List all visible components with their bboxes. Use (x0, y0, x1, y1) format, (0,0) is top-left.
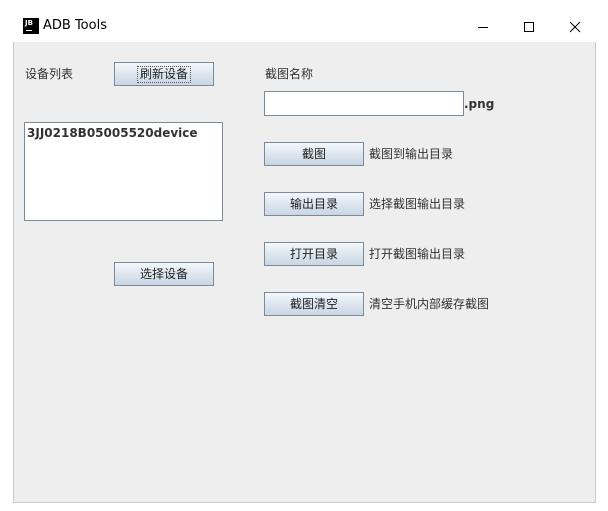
output-directory-button[interactable]: 输出目录 (264, 192, 364, 216)
app-logo-icon: JB (23, 18, 39, 34)
clear-screenshots-description: 清空手机内部缓存截图 (369, 297, 490, 311)
minimize-button[interactable] (460, 12, 506, 42)
screenshot-description: 截图到输出目录 (369, 147, 454, 161)
clear-screenshots-button[interactable]: 截图清空 (264, 292, 364, 316)
device-list-label: 设备列表 (25, 67, 74, 81)
select-device-label: 选择设备 (139, 267, 188, 281)
close-icon (569, 21, 581, 33)
screenshot-name-label: 截图名称 (265, 67, 314, 81)
file-extension-label: .png (464, 97, 495, 111)
clear-screenshots-button-label: 截图清空 (289, 297, 338, 311)
app-window: JB ADB Tools 设备列表 刷新设备 3JJ0218B05005520d… (0, 0, 608, 511)
refresh-devices-button[interactable]: 刷新设备 (114, 62, 214, 86)
select-device-button[interactable]: 选择设备 (114, 262, 214, 286)
app-logo-text: JB (25, 19, 33, 27)
screenshot-button[interactable]: 截图 (264, 142, 364, 166)
screenshot-button-label: 截图 (301, 147, 326, 161)
open-directory-button-label: 打开目录 (289, 247, 338, 261)
refresh-devices-label: 刷新设备 (136, 66, 192, 83)
screenshot-name-input[interactable] (264, 91, 464, 116)
maximize-button[interactable] (506, 12, 552, 42)
close-button[interactable] (552, 12, 598, 42)
open-directory-description: 打开截图输出目录 (369, 247, 466, 261)
window-title: ADB Tools (43, 18, 107, 33)
title-bar[interactable]: JB ADB Tools (13, 12, 596, 42)
list-item[interactable]: 3JJ0218B05005520device (27, 126, 198, 140)
open-directory-button[interactable]: 打开目录 (264, 242, 364, 266)
maximize-icon (524, 22, 534, 32)
output-directory-description: 选择截图输出目录 (369, 197, 466, 211)
device-list[interactable]: 3JJ0218B05005520device (24, 122, 223, 221)
main-panel: 设备列表 刷新设备 3JJ0218B05005520device 选择设备 截图… (13, 42, 596, 503)
output-directory-button-label: 输出目录 (289, 197, 338, 211)
minimize-icon (478, 27, 488, 28)
